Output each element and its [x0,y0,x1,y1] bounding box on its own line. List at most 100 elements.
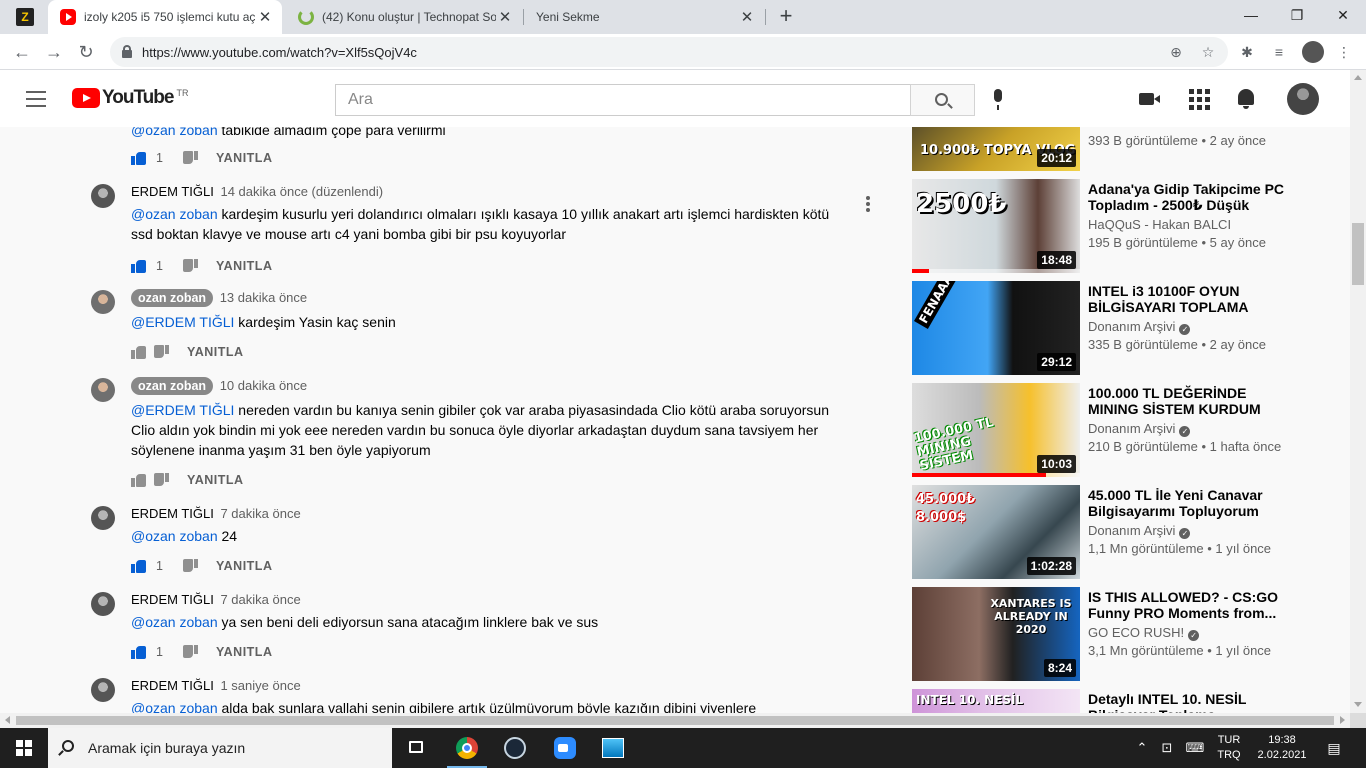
reply-button[interactable]: YANITLA [216,559,273,573]
video-thumbnail[interactable]: 100.000 TL MINING SİSTEM 10:03 [912,383,1080,477]
zoom-icon[interactable] [541,728,589,768]
apps-grid-icon[interactable] [1187,87,1211,111]
tab-new-tab[interactable]: Yeni Sekme ✕ [524,0,764,34]
channel-name[interactable]: Donanım Arşivi [1088,523,1175,538]
tab-youtube[interactable]: izoly k205 i5 750 işlemci kutu açılı ✕ [48,0,282,34]
profile-avatar[interactable] [1302,41,1324,63]
related-video[interactable]: FENAAAA 29:12 INTEL i3 10100F OYUN BİLGİ… [912,281,1312,375]
notifications-bell-icon[interactable] [1235,87,1259,111]
microphone-icon[interactable] [990,89,1006,111]
scrollbar-thumb[interactable] [1352,223,1364,285]
comment-author-badge[interactable]: ozan zoban [131,289,214,307]
address-bar[interactable]: https://www.youtube.com/watch?v=Xlf5sQoj… [110,37,1228,67]
dislike-icon[interactable] [154,473,169,487]
comment-mention[interactable]: @ozan zoban [131,528,218,544]
extensions-puzzle-icon[interactable]: ✱ [1237,42,1257,62]
url-text[interactable]: https://www.youtube.com/watch?v=Xlf5sQoj… [142,45,417,60]
video-thumbnail[interactable]: INTEL 10. NESİL [912,689,1080,713]
like-icon[interactable] [131,645,146,659]
avatar[interactable] [91,184,115,208]
video-channel[interactable]: Donanım Arşivi ✓ [1088,319,1191,335]
close-tab-icon[interactable]: ✕ [256,8,274,26]
network-icon[interactable]: ⊡ [1157,728,1177,768]
menu-hamburger-icon[interactable] [26,91,46,107]
like-icon[interactable] [131,151,146,165]
video-title[interactable]: Detaylı INTEL 10. NESİL Bilgisayar Topla… [1088,691,1298,713]
channel-name[interactable]: HaQQuS - Hakan BALCI [1088,217,1231,232]
close-tab-icon[interactable]: ✕ [738,8,756,26]
create-video-icon[interactable] [1138,87,1162,111]
browser-menu-icon[interactable]: ⋮ [1334,42,1354,62]
related-video[interactable]: 2500₺ 18:48 Adana'ya Gidip Takipcime PC … [912,179,1312,273]
comment-time[interactable]: 7 dakika önce [220,592,300,607]
bookmark-star-icon[interactable]: ☆ [1198,42,1218,62]
youtube-logo[interactable]: YouTube TR [72,88,188,108]
vertical-scrollbar[interactable] [1350,70,1366,713]
scroll-right-icon[interactable] [1340,716,1345,724]
video-thumbnail[interactable]: FENAAAA 29:12 [912,281,1080,375]
dislike-icon[interactable] [183,151,198,165]
back-arrow-icon[interactable]: ← [8,38,36,66]
new-tab-button[interactable]: + [774,5,798,29]
add-icon[interactable]: ⊕ [1166,42,1186,62]
task-view-icon[interactable] [392,728,440,768]
comment-time[interactable]: 10 dakika önce [220,378,307,393]
app-menu-icon[interactable]: Z [16,8,34,26]
reply-button[interactable]: YANITLA [216,645,273,659]
comment-author[interactable]: ERDEM TIĞLI [131,184,214,199]
avatar[interactable] [91,290,115,314]
scroll-up-icon[interactable] [1354,75,1362,80]
close-tab-icon[interactable]: ✕ [496,8,514,26]
horizontal-scrollbar[interactable] [0,713,1350,728]
comment-mention[interactable]: @ozan zoban [131,206,218,222]
comment-mention[interactable]: @ozan zoban [131,614,218,630]
video-channel[interactable]: Donanım Arşivi ✓ [1088,421,1191,437]
video-thumbnail[interactable]: 45.000₺ 8.000$ 1:02:28 [912,485,1080,579]
reply-button[interactable]: YANITLA [216,151,273,165]
related-video[interactable]: 100.000 TL MINING SİSTEM 10:03 100.000 T… [912,383,1312,477]
video-channel[interactable]: HaQQuS - Hakan BALCI [1088,217,1231,232]
media-queue-icon[interactable]: ≡ [1269,42,1289,62]
video-title[interactable]: INTEL i3 10100F OYUN BİLGİSAYARI TOPLAMA [1088,283,1298,315]
forward-arrow-icon[interactable]: → [40,38,68,66]
avatar[interactable] [91,678,115,702]
comment-mention[interactable]: @ERDEM TIĞLI [131,402,234,418]
dislike-icon[interactable] [183,259,198,273]
video-title[interactable]: IS THIS ALLOWED? - CS:GO Funny PRO Momen… [1088,589,1298,621]
search-button[interactable] [910,84,975,116]
avatar[interactable] [91,378,115,402]
account-avatar[interactable] [1287,83,1319,115]
reply-button[interactable]: YANITLA [187,473,244,487]
search-input[interactable]: Ara [335,84,911,116]
photos-icon[interactable] [589,728,637,768]
like-icon[interactable] [131,473,146,487]
like-icon[interactable] [131,559,146,573]
keyboard-icon[interactable]: ⌨ [1181,728,1209,768]
comment-time[interactable]: 13 dakika önce [220,290,307,305]
channel-name[interactable]: GO ECO RUSH! [1088,625,1184,640]
dislike-icon[interactable] [183,559,198,573]
comment-author-badge[interactable]: ozan zoban [131,377,214,395]
notification-center-icon[interactable]: ▤ [1320,728,1348,768]
related-video[interactable]: INTEL 10. NESİL Detaylı INTEL 10. NESİL … [912,689,1312,713]
channel-name[interactable]: Donanım Arşivi [1088,421,1175,436]
video-title[interactable]: Adana'ya Gidip Takipcime PC Topladım - 2… [1088,181,1298,213]
show-hidden-icons-icon[interactable]: ⌃ [1132,728,1152,768]
video-thumbnail[interactable]: 2500₺ 18:48 [912,179,1080,273]
video-thumbnail[interactable]: XANTARES IS ALREADY IN 2020 8:24 [912,587,1080,681]
related-video[interactable]: XANTARES IS ALREADY IN 2020 8:24 IS THIS… [912,587,1312,681]
comment-time[interactable]: 1 saniye önce [220,678,300,693]
reply-button[interactable]: YANITLA [216,259,273,273]
video-channel[interactable]: Donanım Arşivi ✓ [1088,523,1191,539]
comment-time[interactable]: 7 dakika önce [220,506,300,521]
language-indicator[interactable]: TUR TRQ [1212,728,1246,768]
comment-author[interactable]: ERDEM TIĞLI [131,678,214,693]
avatar[interactable] [91,506,115,530]
scrollbar-thumb[interactable] [16,716,1334,725]
comment-author[interactable]: ERDEM TIĞLI [131,506,214,521]
comment-author[interactable]: ERDEM TIĞLI [131,592,214,607]
comment-menu-icon[interactable] [866,196,870,212]
comment-time[interactable]: 14 dakika önce (düzenlendi) [220,184,383,199]
video-title[interactable]: 45.000 TL İle Yeni Canavar Bilgisayarımı… [1088,487,1298,519]
scroll-down-icon[interactable] [1354,702,1362,707]
